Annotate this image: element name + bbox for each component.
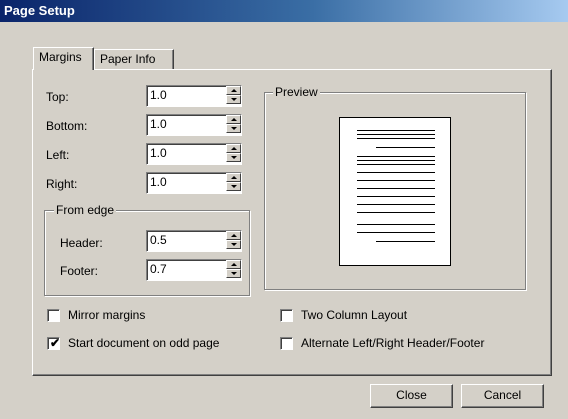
cancel-button[interactable]: Cancel [461,384,544,408]
tab-paper-info-label: Paper Info [100,52,156,66]
close-button[interactable]: Close [370,384,453,408]
close-button-label: Close [396,388,427,402]
tab-margins-label: Margins [39,50,82,64]
tab-paper-info[interactable]: Paper Info [94,49,174,69]
tab-margins[interactable]: Margins [33,47,94,70]
title-bar[interactable]: Page Setup [0,0,568,22]
window-title: Page Setup [4,3,75,18]
tab-panel [32,69,552,376]
cancel-button-label: Cancel [483,388,522,402]
